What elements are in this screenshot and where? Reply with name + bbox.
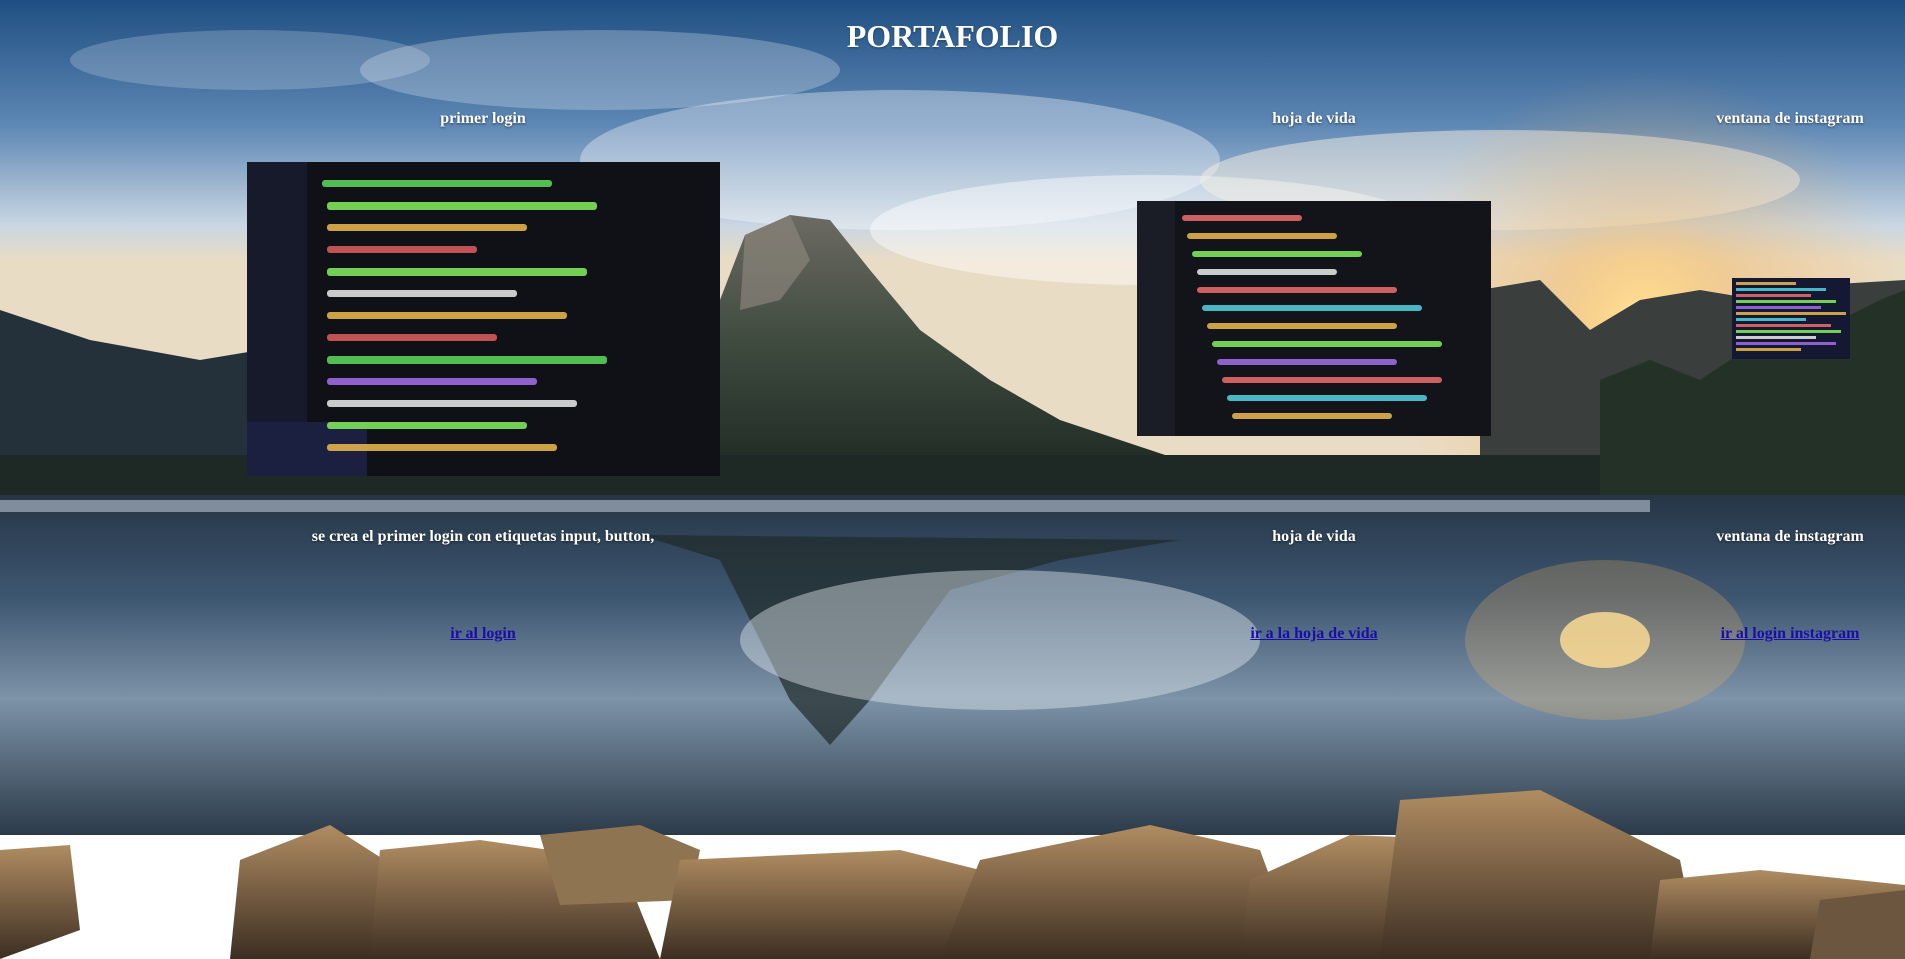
project-description-primer-login: se crea el primer login con etiquetas in… bbox=[311, 528, 655, 545]
project-heading-primer-login: primer login bbox=[440, 110, 526, 127]
link-ir-al-login-instagram[interactable]: ir al login instagram bbox=[1690, 625, 1890, 643]
page-title: PORTAFOLIO bbox=[846, 18, 1059, 54]
background-landscape bbox=[0, 0, 1905, 959]
project-image-ventana-instagram bbox=[1732, 278, 1850, 359]
link-ir-a-la-hoja-de-vida[interactable]: ir a la hoja de vida bbox=[1189, 625, 1439, 643]
project-heading-hoja-de-vida: hoja de vida bbox=[1272, 110, 1356, 127]
link-ir-al-login[interactable]: ir al login bbox=[383, 625, 583, 643]
project-heading-ventana-instagram: ventana de instagram bbox=[1716, 110, 1864, 127]
project-description-ventana-instagram: ventana de instagram bbox=[1716, 528, 1864, 545]
project-description-hoja-de-vida: hoja de vida bbox=[1272, 528, 1356, 545]
project-image-primer-login bbox=[247, 162, 720, 476]
project-image-hoja-de-vida bbox=[1137, 201, 1491, 436]
